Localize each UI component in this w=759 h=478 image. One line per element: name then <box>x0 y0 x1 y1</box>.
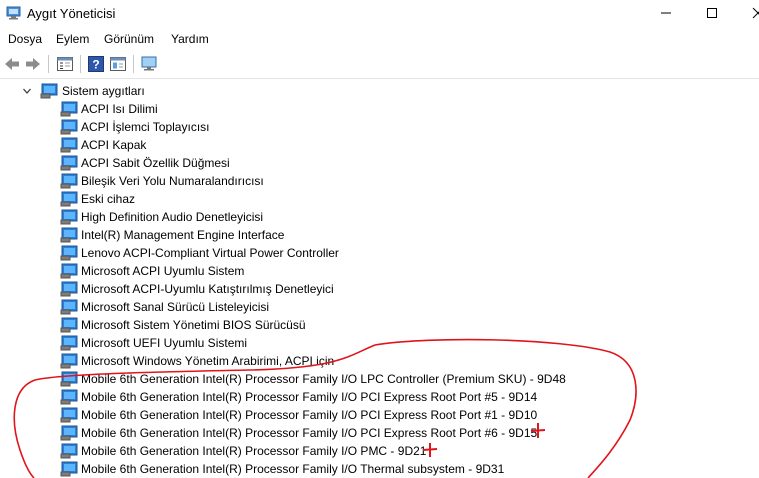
device-label: Mobile 6th Generation Intel(R) Processor… <box>81 408 538 422</box>
system-device-icon <box>60 425 78 441</box>
device-label: Microsoft Sistem Yönetimi BIOS Sürücüsü <box>81 318 306 332</box>
device-list-item[interactable]: Microsoft ACPI Uyumlu Sistem <box>0 262 759 280</box>
close-button[interactable] <box>735 0 759 26</box>
system-device-icon <box>60 335 78 351</box>
device-list-item[interactable]: ACPI Kapak <box>0 136 759 154</box>
title-bar: Aygıt Yöneticisi <box>0 0 759 26</box>
device-label: Intel(R) Management Engine Interface <box>81 228 285 242</box>
device-label: High Definition Audio Denetleyicisi <box>81 210 264 224</box>
toolbar-separator <box>48 55 49 73</box>
system-device-icon <box>60 461 78 477</box>
device-list-item[interactable]: ACPI İşlemci Toplayıcısı <box>0 118 759 136</box>
window-title: Aygıt Yöneticisi <box>27 6 116 21</box>
device-label: Mobile 6th Generation Intel(R) Processor… <box>81 444 427 458</box>
device-label: Lenovo ACPI-Compliant Virtual Power Cont… <box>81 246 339 260</box>
device-list-item[interactable]: Microsoft Sanal Sürücü Listeleyicisi <box>0 298 759 316</box>
system-device-icon <box>60 317 78 333</box>
device-list-item[interactable]: High Definition Audio Denetleyicisi <box>0 208 759 226</box>
back-icon[interactable] <box>3 55 21 73</box>
menu-eylem[interactable]: Eylem <box>56 32 89 46</box>
device-list-item[interactable]: ACPI Sabit Özellik Düğmesi <box>0 154 759 172</box>
menu-yardim[interactable]: Yardım <box>171 32 209 46</box>
system-device-icon <box>60 389 78 405</box>
toolbar-separator <box>80 55 81 73</box>
toolbar: ? <box>0 50 759 79</box>
maximize-button[interactable] <box>689 0 735 26</box>
device-tree: Sistem aygıtları ACPI Isı Dilimi ACPI İşl… <box>0 79 759 478</box>
close-icon <box>752 7 759 19</box>
device-label: Microsoft Windows Yönetim Arabirimi, ACP… <box>81 354 335 368</box>
system-device-icon <box>60 191 78 207</box>
system-device-icon <box>60 155 78 171</box>
system-device-icon <box>60 443 78 459</box>
device-label: ACPI Isı Dilimi <box>81 102 158 116</box>
device-list-item[interactable]: Microsoft UEFI Uyumlu Sistemi <box>0 334 759 352</box>
device-list-item[interactable]: Microsoft Sistem Yönetimi BIOS Sürücüsü <box>0 316 759 334</box>
view-icon[interactable] <box>109 55 127 73</box>
tree-root-label: Sistem aygıtları <box>62 84 145 98</box>
device-label: Eski cihaz <box>81 192 136 206</box>
menu-gorunum[interactable]: Görünüm <box>104 32 154 46</box>
device-list-item[interactable]: Mobile 6th Generation Intel(R) Processor… <box>0 442 759 460</box>
device-list-item[interactable]: Intel(R) Management Engine Interface <box>0 226 759 244</box>
maximize-icon <box>707 8 717 18</box>
system-device-icon <box>60 245 78 261</box>
device-label: ACPI İşlemci Toplayıcısı <box>81 120 210 134</box>
device-label: ACPI Sabit Özellik Düğmesi <box>81 156 230 170</box>
system-device-icon <box>60 173 78 189</box>
system-device-icon <box>60 209 78 225</box>
system-device-icon <box>60 371 78 387</box>
device-list-item[interactable]: Eski cihaz <box>0 190 759 208</box>
device-label: Mobile 6th Generation Intel(R) Processor… <box>81 426 538 440</box>
device-label: Mobile 6th Generation Intel(R) Processor… <box>81 390 538 404</box>
toolbar-separator <box>133 55 134 73</box>
device-list-item[interactable]: Mobile 6th Generation Intel(R) Processor… <box>0 388 759 406</box>
device-list-item[interactable]: Mobile 6th Generation Intel(R) Processor… <box>0 424 759 442</box>
system-device-icon <box>60 407 78 423</box>
device-list-item[interactable]: Mobile 6th Generation Intel(R) Processor… <box>0 370 759 388</box>
system-device-icon <box>60 119 78 135</box>
device-label: ACPI Kapak <box>81 138 147 152</box>
device-label: Mobile 6th Generation Intel(R) Processor… <box>81 372 566 386</box>
system-device-icon <box>60 137 78 153</box>
system-device-icon <box>60 353 78 369</box>
device-list-item[interactable]: Lenovo ACPI-Compliant Virtual Power Cont… <box>0 244 759 262</box>
device-label: Mobile 6th Generation Intel(R) Processor… <box>81 462 505 476</box>
chevron-down-icon[interactable] <box>22 86 32 96</box>
device-label: Microsoft ACPI Uyumlu Sistem <box>81 264 245 278</box>
forward-icon[interactable] <box>24 55 42 73</box>
system-device-icon <box>60 299 78 315</box>
help-icon[interactable]: ? <box>87 55 105 73</box>
menu-bar: Dosya Eylem Görünüm Yardım <box>0 28 759 50</box>
menu-dosya[interactable]: Dosya <box>8 32 42 46</box>
tree-node-system-devices[interactable]: Sistem aygıtları <box>0 82 759 100</box>
device-list-item[interactable]: Microsoft Windows Yönetim Arabirimi, ACP… <box>0 352 759 370</box>
device-label: Microsoft Sanal Sürücü Listeleyicisi <box>81 300 270 314</box>
svg-text:?: ? <box>92 58 99 72</box>
system-device-icon <box>60 227 78 243</box>
device-list-item[interactable]: Bileşik Veri Yolu Numaralandırıcısı <box>0 172 759 190</box>
device-list-item[interactable]: Mobile 6th Generation Intel(R) Processor… <box>0 406 759 424</box>
device-list-item[interactable]: Microsoft ACPI-Uyumlu Katıştırılmış Dene… <box>0 280 759 298</box>
device-list-item[interactable]: Mobile 6th Generation Intel(R) Processor… <box>0 460 759 478</box>
device-label: Microsoft ACPI-Uyumlu Katıştırılmış Dene… <box>81 282 334 296</box>
monitor-icon[interactable] <box>140 55 158 73</box>
system-device-icon <box>60 263 78 279</box>
device-label: Microsoft UEFI Uyumlu Sistemi <box>81 336 248 350</box>
properties-icon[interactable] <box>56 55 74 73</box>
system-device-icon <box>40 83 58 99</box>
system-device-icon <box>60 281 78 297</box>
device-manager-icon <box>6 6 21 20</box>
device-label: Bileşik Veri Yolu Numaralandırıcısı <box>81 174 264 188</box>
minimize-button[interactable] <box>643 0 689 26</box>
device-list-item[interactable]: ACPI Isı Dilimi <box>0 100 759 118</box>
system-device-icon <box>60 101 78 117</box>
minimize-icon <box>661 12 671 14</box>
